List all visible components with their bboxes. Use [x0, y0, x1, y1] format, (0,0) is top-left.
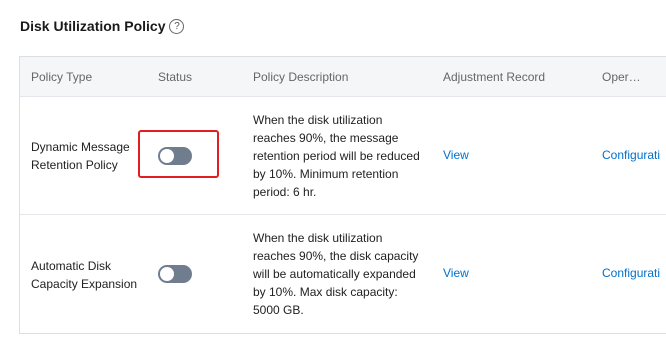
description-line: 5000 GB.	[253, 303, 304, 317]
description-line: When the disk utilization	[253, 113, 383, 127]
description-line: by 10%. Max disk capacity:	[253, 285, 398, 299]
description-line: by 10%. Minimum retention	[253, 167, 399, 181]
table-header: Policy Type Status Policy Description Ad…	[20, 57, 666, 97]
header-policy-type: Policy Type	[31, 70, 93, 84]
header-policy-description: Policy Description	[253, 70, 349, 84]
header-operation: Oper…	[602, 70, 641, 84]
status-toggle-switch[interactable]	[158, 265, 192, 283]
adjustment-record-view-link[interactable]: View	[443, 148, 469, 162]
description-line: will be automatically expanded	[253, 267, 416, 281]
description-line: retention period will be reduced	[253, 149, 420, 163]
header-adjustment-record: Adjustment Record	[443, 70, 546, 84]
policy-type-line: Capacity Expansion	[31, 277, 138, 291]
configuration-link[interactable]: Configurati	[602, 266, 660, 280]
table-row: Automatic Disk Capacity Expansion When t…	[20, 215, 666, 333]
policy-table: Policy Type Status Policy Description Ad…	[19, 56, 666, 334]
policy-type-cell: Dynamic Message Retention Policy	[31, 138, 141, 174]
description-line: reaches 90%, the message	[253, 131, 399, 145]
policy-type-line: Dynamic Message	[31, 140, 130, 154]
policy-description-cell: When the disk utilization reaches 90%, t…	[253, 229, 433, 319]
policy-type-line: Automatic Disk	[31, 259, 112, 273]
description-line: reaches 90%, the disk capacity	[253, 249, 419, 263]
policy-type-line: Retention Policy	[31, 158, 118, 172]
configuration-link[interactable]: Configurati	[602, 148, 660, 162]
highlight-annotation-box	[138, 130, 219, 178]
description-line: When the disk utilization	[253, 231, 383, 245]
description-line: period: 6 hr.	[253, 185, 317, 199]
page-title: Disk Utilization Policy	[20, 18, 166, 34]
policy-type-cell: Automatic Disk Capacity Expansion	[31, 257, 141, 293]
status-cell	[158, 265, 192, 283]
table-row: Dynamic Message Retention Policy When th…	[20, 97, 666, 215]
disk-utilization-policy-panel: Disk Utilization Policy ? Policy Type St…	[0, 0, 666, 340]
policy-description-cell: When the disk utilization reaches 90%, t…	[253, 111, 433, 201]
adjustment-record-view-link[interactable]: View	[443, 266, 469, 280]
toggle-knob	[160, 267, 174, 281]
help-icon[interactable]: ?	[169, 19, 185, 34]
title-row: Disk Utilization Policy ?	[20, 18, 185, 34]
header-status: Status	[158, 70, 193, 84]
